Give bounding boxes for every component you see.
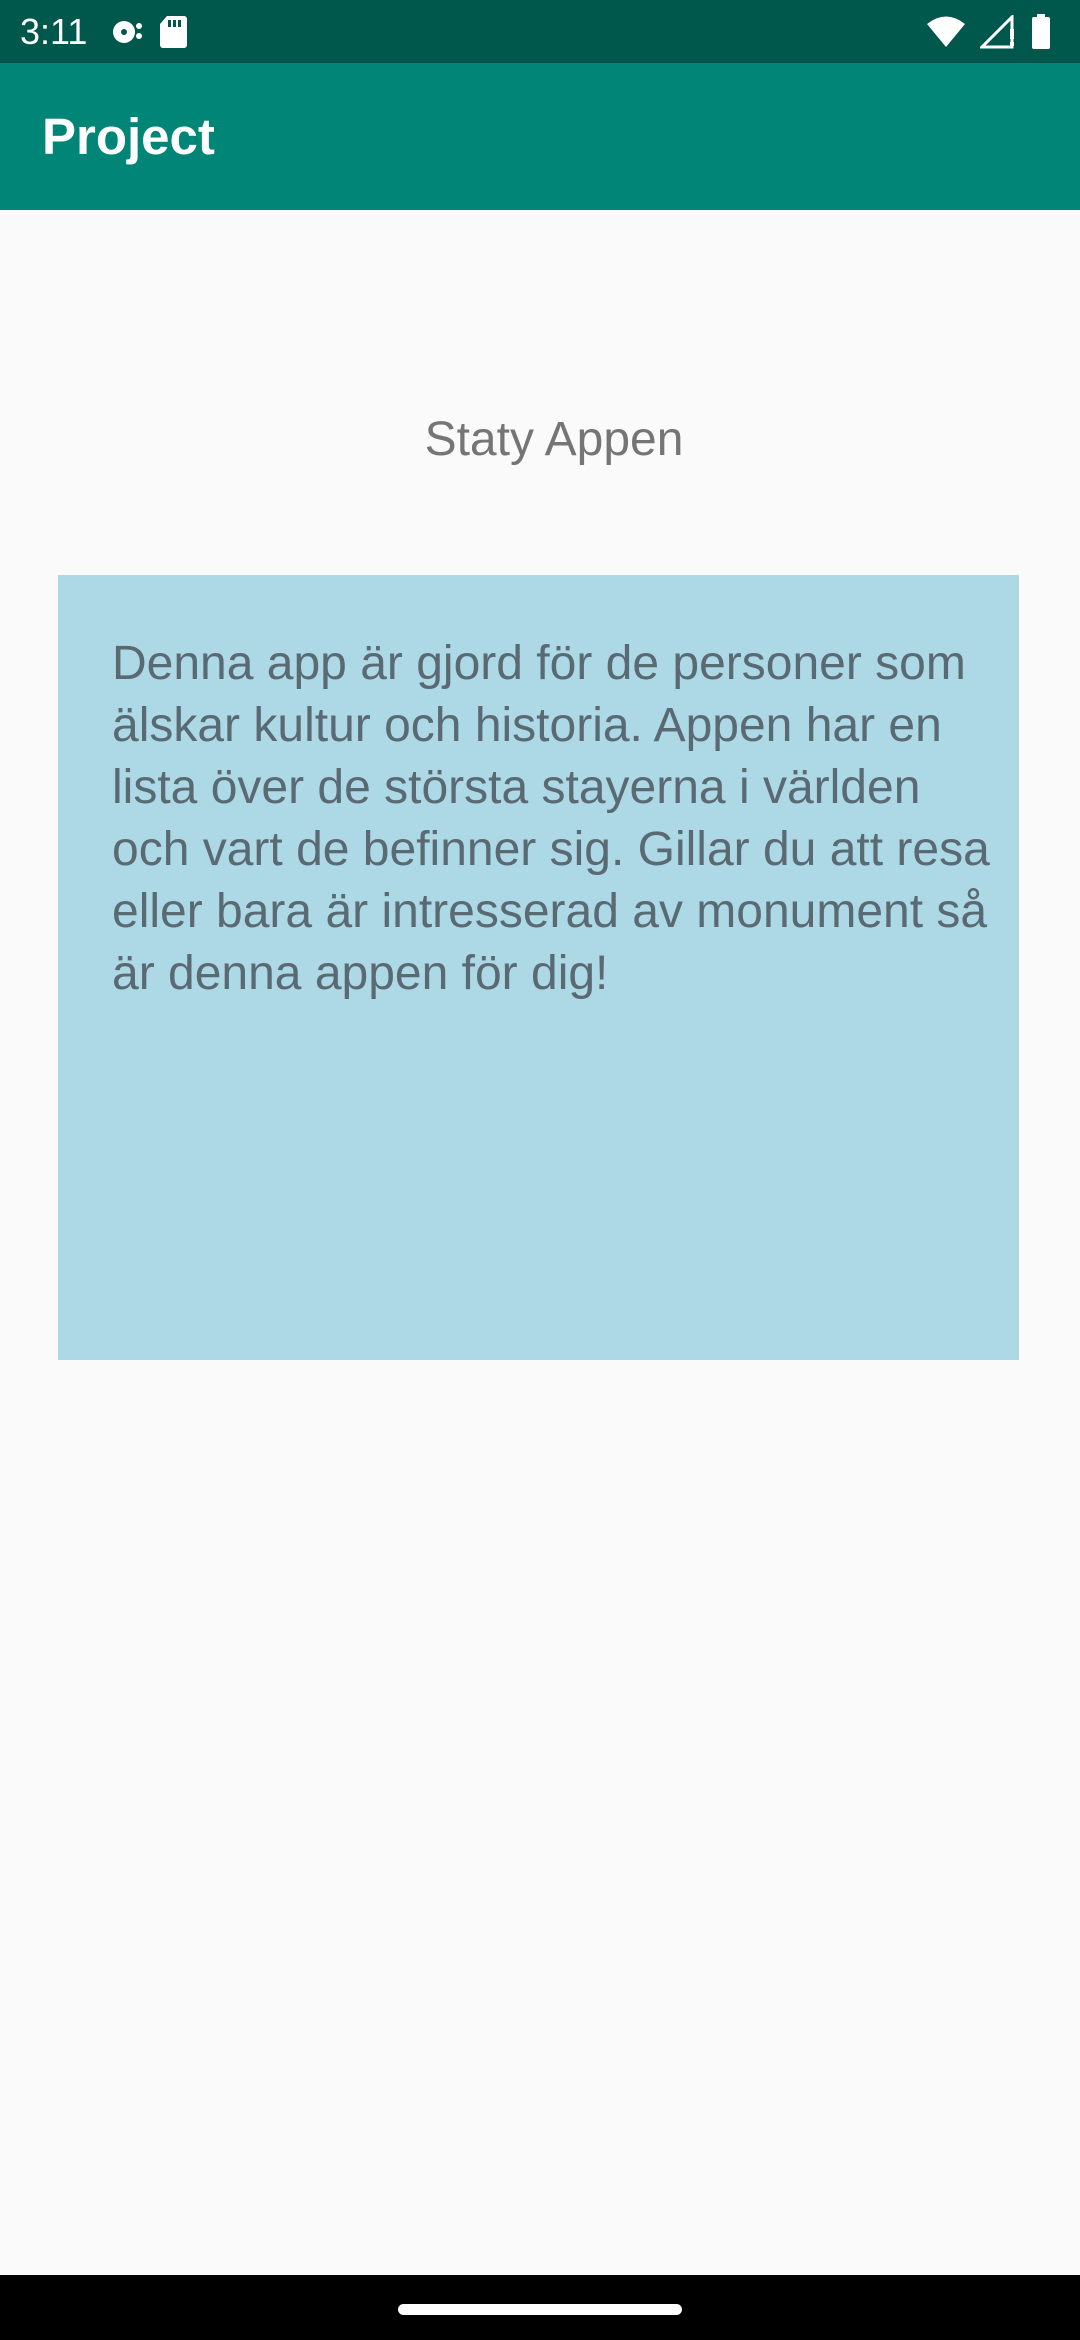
description-box: Denna app är gjord för de personer som ä… [58, 575, 1019, 1360]
media-icon [108, 14, 144, 50]
wifi-icon [926, 15, 966, 49]
signal-icon [980, 15, 1016, 49]
status-right-icons [926, 14, 1052, 50]
description-text: Denna app är gjord för de personer som ä… [112, 637, 990, 1000]
main-content: Staty Appen Denna app är gjord för de pe… [0, 210, 1080, 2275]
app-title: Project [42, 108, 215, 165]
home-handle[interactable] [398, 2304, 682, 2315]
battery-icon [1030, 14, 1052, 50]
app-bar: Project [0, 63, 1080, 210]
status-bar: 3:11 [0, 0, 1080, 63]
status-time: 3:11 [20, 11, 88, 52]
status-left-icons [108, 14, 188, 50]
navigation-bar [0, 2275, 1080, 2340]
page-heading: Staty Appen [424, 413, 684, 466]
sd-card-icon [158, 14, 188, 50]
